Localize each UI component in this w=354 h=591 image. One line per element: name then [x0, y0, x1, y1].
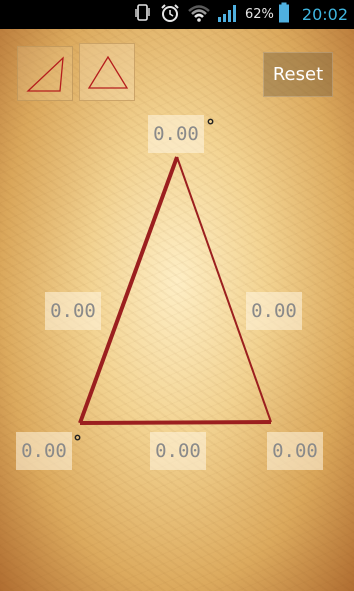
angle-bottom-right-input[interactable]: 0.00: [267, 432, 323, 470]
angle-bottom-left-input[interactable]: 0.00: [16, 432, 72, 470]
triangle-bottom-side: [79, 420, 272, 425]
angle-top-degree: °: [206, 116, 215, 137]
angle-top-input[interactable]: 0.00: [148, 115, 204, 153]
side-left-input[interactable]: 0.00: [45, 292, 101, 330]
triangle-left-side: [78, 156, 179, 424]
angle-bottom-left-degree: °: [73, 432, 82, 453]
triangle-right-side: [176, 156, 272, 423]
side-bottom-input[interactable]: 0.00: [150, 432, 206, 470]
side-right-input[interactable]: 0.00: [246, 292, 302, 330]
